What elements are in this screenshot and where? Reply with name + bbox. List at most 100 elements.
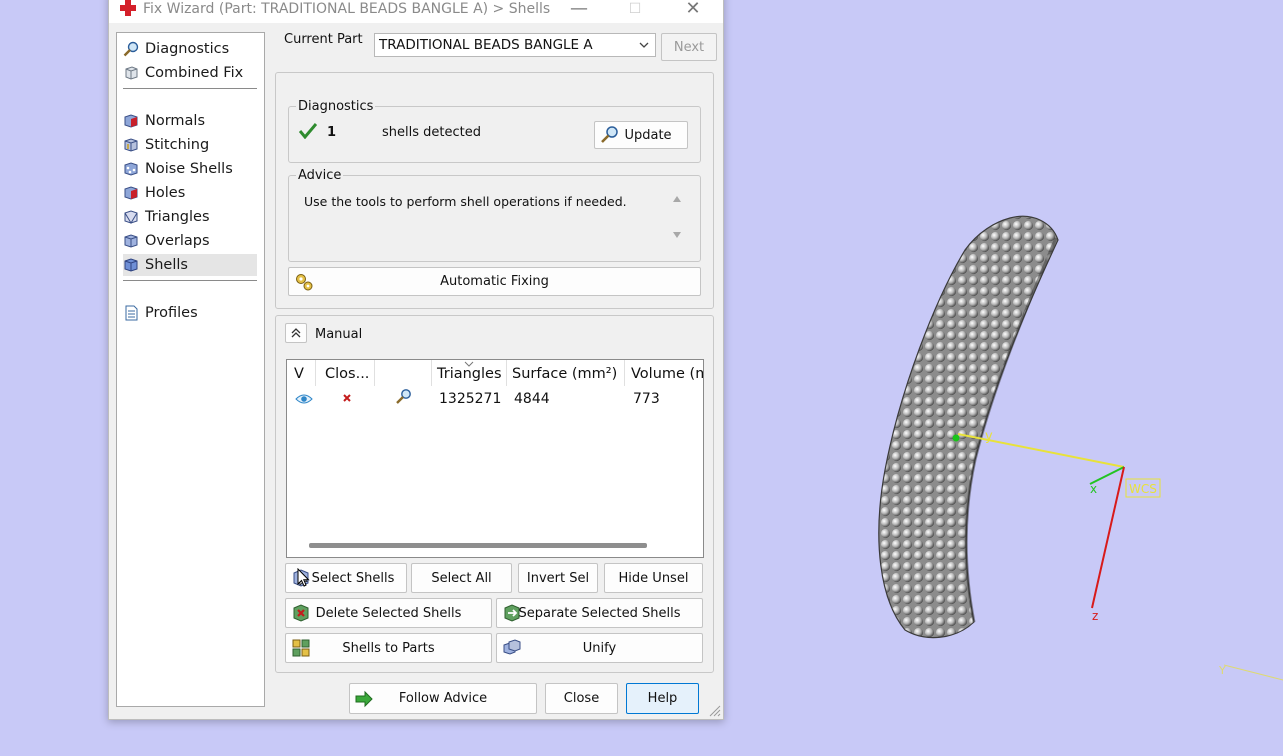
sort-indicator-icon <box>464 361 474 367</box>
sidebar-item-profiles[interactable]: Profiles <box>123 302 257 324</box>
separate-shell-icon <box>504 604 520 622</box>
sidebar-item-label: Combined Fix <box>145 65 244 81</box>
column-header-surface[interactable]: Surface (mm²) <box>512 366 617 382</box>
holes-cube-icon <box>124 186 138 200</box>
sidebar-item-label: Overlaps <box>145 233 210 249</box>
shells-to-parts-icon <box>292 639 310 657</box>
shells-table[interactable]: V Clos... Triangles Surface (mm²) Volume… <box>286 359 704 558</box>
overlaps-cube-icon <box>124 234 138 248</box>
delete-shell-icon <box>293 604 309 622</box>
unify-button[interactable]: Unify <box>496 633 703 663</box>
column-header-closed[interactable]: Clos... <box>325 366 369 382</box>
y-axis-line <box>957 433 1125 468</box>
magnifier-icon <box>601 126 618 143</box>
svg-text:Y: Y <box>1218 664 1226 677</box>
arrow-right-icon <box>355 690 373 707</box>
fix-wizard-dialog: Fix Wizard (Part: TRADITIONAL BEADS BANG… <box>108 0 724 720</box>
sidebar-item-diagnostics[interactable]: Diagnostics <box>123 38 257 60</box>
y-axis-label: y <box>985 429 993 444</box>
sidebar-item-label: Holes <box>145 185 186 201</box>
diagnostics-title: Diagnostics <box>296 99 376 114</box>
update-label: Update <box>624 127 672 143</box>
shells-to-parts-button[interactable]: Shells to Parts <box>285 633 492 663</box>
follow-advice-button[interactable]: Follow Advice <box>349 683 537 714</box>
follow-advice-label: Follow Advice <box>398 691 488 706</box>
manual-title: Manual <box>315 327 363 342</box>
unify-icon <box>503 639 521 655</box>
close-window-button[interactable]: ✕ <box>673 0 713 21</box>
triangles-cube-icon <box>124 210 138 224</box>
chevron-up-icon <box>291 328 301 338</box>
delete-selected-shells-label: Delete Selected Shells <box>315 605 462 621</box>
window-title: Fix Wizard (Part: TRADITIONAL BEADS BANG… <box>143 1 551 17</box>
select-shells-label: Select Shells <box>311 570 395 586</box>
eye-icon[interactable] <box>295 393 313 405</box>
sidebar-item-label: Noise Shells <box>145 161 233 177</box>
shell-count: 1 <box>327 125 337 140</box>
origin-marker <box>952 434 960 442</box>
cell-surface: 4844 <box>514 391 550 407</box>
minimize-button[interactable]: — <box>559 0 599 21</box>
cube-icon <box>125 66 138 80</box>
fix-sidebar: Diagnostics Combined Fix Normals Stitchi… <box>116 32 265 707</box>
sidebar-item-noise-shells[interactable]: Noise Shells <box>123 158 257 180</box>
noise-shells-icon <box>124 162 138 176</box>
separate-selected-shells-label: Separate Selected Shells <box>518 605 681 621</box>
sidebar-item-label: Diagnostics <box>145 41 230 57</box>
not-closed-x-icon <box>343 394 351 402</box>
advice-title: Advice <box>296 168 344 183</box>
delete-selected-shells-button[interactable]: Delete Selected Shells <box>285 598 492 628</box>
horizontal-scrollbar[interactable] <box>309 543 647 548</box>
title-bar[interactable]: Fix Wizard (Part: TRADITIONAL BEADS BANG… <box>109 0 723 23</box>
mouse-cursor-icon <box>297 568 310 587</box>
current-part-select[interactable]: TRADITIONAL BEADS BANGLE A <box>374 33 656 57</box>
magnifier-icon <box>123 41 139 57</box>
scroll-up-icon[interactable] <box>672 195 682 203</box>
maximize-button[interactable]: ☐ <box>615 0 655 21</box>
select-all-button[interactable]: Select All <box>411 563 512 593</box>
advice-textbox[interactable]: Use the tools to perform shell operation… <box>296 189 691 253</box>
check-icon <box>299 123 317 139</box>
sidebar-item-normals[interactable]: Normals <box>123 110 257 132</box>
sidebar-item-stitching[interactable]: Stitching <box>123 134 257 156</box>
help-button[interactable]: Help <box>626 683 699 714</box>
column-header-visible[interactable]: V <box>294 366 304 382</box>
diagnostics-status: shells detected <box>382 125 481 140</box>
sidebar-item-label: Stitching <box>145 137 210 153</box>
stitching-cube-icon <box>124 138 138 152</box>
column-header-volume[interactable]: Volume (m <box>631 366 703 382</box>
sidebar-divider <box>123 88 257 89</box>
invert-sel-button[interactable]: Invert Sel <box>518 563 598 593</box>
shells-to-parts-label: Shells to Parts <box>342 640 435 656</box>
sidebar-item-label: Triangles <box>145 209 210 225</box>
sidebar-item-label: Normals <box>145 113 206 129</box>
close-button[interactable]: Close <box>545 683 618 714</box>
sidebar-item-triangles[interactable]: Triangles <box>123 206 257 228</box>
shells-cube-icon <box>124 258 138 272</box>
collapse-manual-button[interactable] <box>285 323 307 343</box>
next-button[interactable]: Next <box>661 33 717 61</box>
chevron-down-icon <box>639 42 649 48</box>
red-cross-icon <box>120 0 136 16</box>
z-axis-label: z <box>1092 609 1098 623</box>
normals-cube-icon <box>124 114 138 128</box>
sidebar-item-label: Profiles <box>145 305 198 321</box>
sidebar-item-holes[interactable]: Holes <box>123 182 257 204</box>
advice-text: Use the tools to perform shell operation… <box>304 194 627 209</box>
column-header-triangles[interactable]: Triangles <box>437 366 502 382</box>
current-part-value: TRADITIONAL BEADS BANGLE A <box>379 37 593 53</box>
current-part-label: Current Part <box>284 32 363 47</box>
separate-selected-shells-button[interactable]: Separate Selected Shells <box>496 598 703 628</box>
hide-unsel-button[interactable]: Hide Unsel <box>604 563 703 593</box>
sidebar-item-label: Shells <box>145 257 188 273</box>
zoom-to-shell-icon[interactable] <box>395 388 413 406</box>
update-button[interactable]: Update <box>594 121 688 149</box>
sidebar-item-shells[interactable]: Shells <box>123 254 257 276</box>
scroll-down-icon[interactable] <box>672 231 682 239</box>
resize-grip-icon[interactable] <box>707 703 721 717</box>
automatic-fixing-label: Automatic Fixing <box>440 274 549 289</box>
sidebar-item-combined-fix[interactable]: Combined Fix <box>123 62 257 84</box>
sidebar-item-overlaps[interactable]: Overlaps <box>123 230 257 252</box>
automatic-fixing-button[interactable]: Automatic Fixing <box>288 267 701 296</box>
sidebar-divider <box>123 280 257 281</box>
